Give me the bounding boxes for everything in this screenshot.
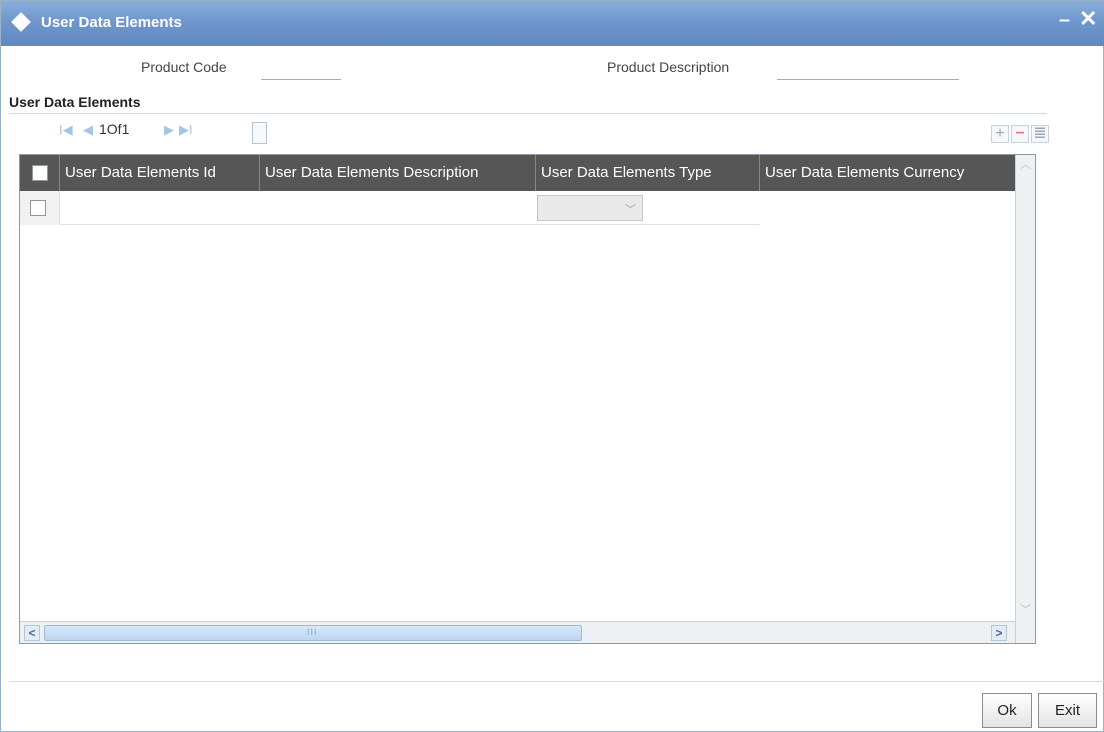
- currency-cell[interactable]: [760, 191, 1015, 225]
- next-page-icon[interactable]: ▶: [164, 122, 174, 138]
- last-page-icon[interactable]: ▶I: [179, 122, 193, 138]
- scroll-thumb[interactable]: III: [44, 625, 582, 641]
- column-header-type[interactable]: User Data Elements Type: [536, 155, 760, 191]
- select-all-checkbox[interactable]: [32, 165, 48, 181]
- table-row: ﹀: [20, 191, 1015, 225]
- type-select[interactable]: ﹀: [537, 195, 643, 221]
- window-icon: [11, 12, 31, 32]
- window-title: User Data Elements: [41, 14, 182, 31]
- chevron-down-icon: ﹀: [625, 204, 636, 216]
- product-code-label: Product Code: [141, 59, 227, 75]
- delete-row-icon[interactable]: −: [1011, 125, 1029, 143]
- scroll-thumb-grip: III: [307, 627, 318, 637]
- section-title: User Data Elements: [9, 94, 141, 110]
- footer-divider: [9, 681, 1104, 682]
- column-header-description[interactable]: User Data Elements Description: [260, 155, 536, 191]
- first-page-icon[interactable]: I◀: [59, 122, 73, 138]
- ok-button[interactable]: Ok: [982, 693, 1032, 728]
- row-checkbox[interactable]: [30, 200, 46, 216]
- horizontal-scrollbar[interactable]: < III >: [20, 621, 1015, 643]
- scroll-right-icon[interactable]: >: [991, 625, 1007, 641]
- section-divider: [9, 113, 1047, 114]
- vertical-scrollbar[interactable]: ︿ ﹀: [1015, 155, 1035, 643]
- scroll-left-icon[interactable]: <: [24, 625, 40, 641]
- product-description-label: Product Description: [607, 59, 730, 75]
- product-code-field[interactable]: [261, 79, 341, 80]
- row-select-cell: [20, 191, 60, 225]
- add-row-icon[interactable]: +: [991, 125, 1009, 143]
- column-header-id[interactable]: User Data Elements Id: [60, 155, 260, 191]
- page-number-input[interactable]: [252, 122, 267, 144]
- column-header-currency[interactable]: User Data Elements Currency: [760, 155, 1015, 191]
- prev-page-icon[interactable]: ◀: [83, 122, 93, 138]
- grid-header: User Data Elements Id User Data Elements…: [20, 155, 1015, 191]
- close-icon[interactable]: ✕: [1079, 7, 1097, 31]
- scroll-up-icon[interactable]: ︿: [1018, 158, 1033, 173]
- page-indicator: 1Of1: [99, 121, 130, 137]
- select-all-cell: [20, 155, 60, 191]
- user-data-elements-grid: User Data Elements Id User Data Elements…: [19, 154, 1036, 644]
- title-bar[interactable]: User Data Elements – ✕: [1, 1, 1104, 46]
- product-description-field[interactable]: [777, 79, 959, 80]
- scroll-down-icon[interactable]: ﹀: [1018, 603, 1033, 618]
- single-view-icon[interactable]: ≣: [1031, 125, 1049, 143]
- minimize-icon[interactable]: –: [1059, 10, 1070, 30]
- exit-button[interactable]: Exit: [1038, 693, 1097, 728]
- user-data-elements-window: User Data Elements – ✕ Product Code Prod…: [0, 0, 1104, 732]
